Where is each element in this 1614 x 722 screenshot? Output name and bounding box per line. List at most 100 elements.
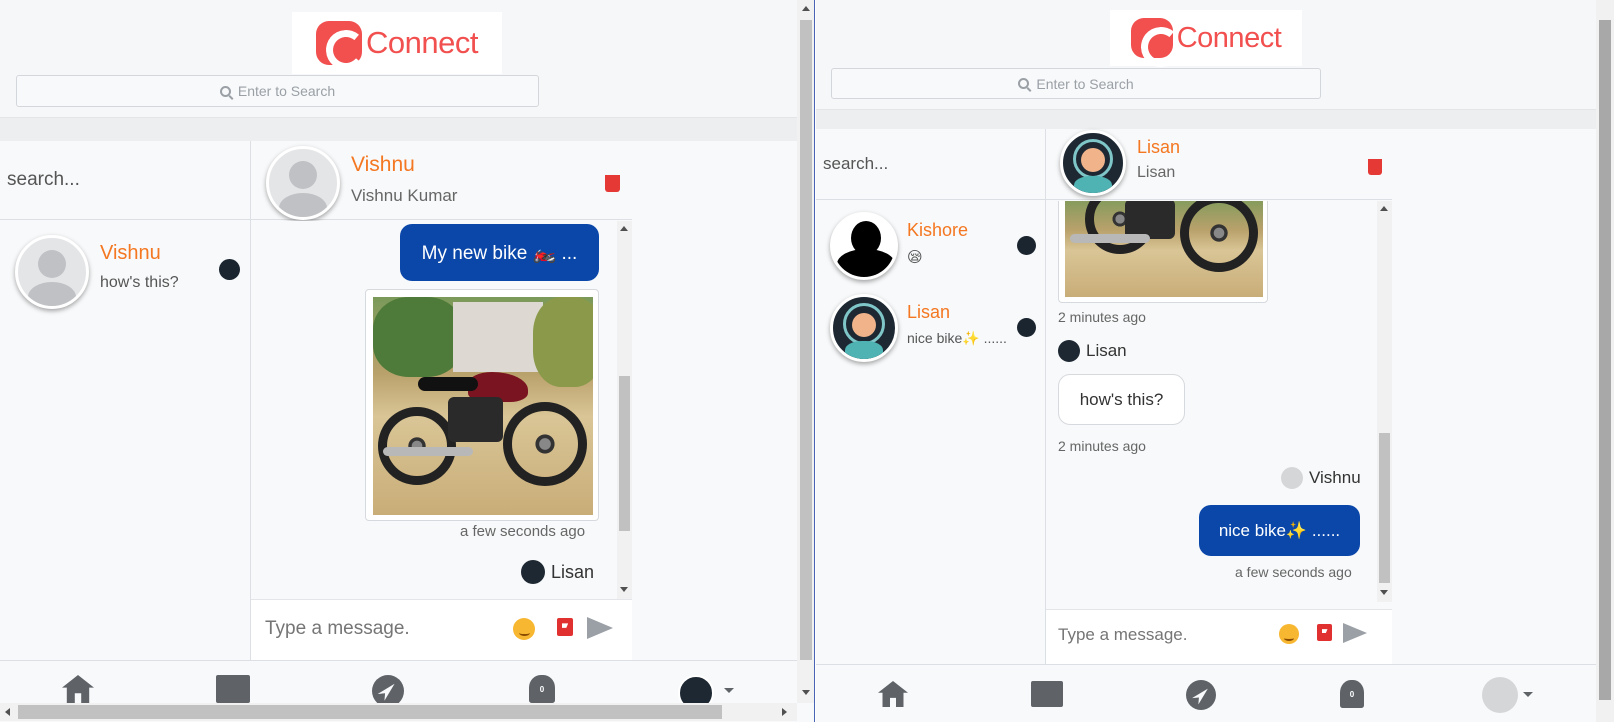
online-status-dot <box>1017 318 1036 337</box>
explore-icon[interactable] <box>372 675 404 703</box>
chat-panel: search... Kishore 😪 Lisan nice bike✨ ...… <box>816 129 1596 664</box>
message-timestamp: a few seconds ago <box>1235 564 1352 580</box>
left-browser-window: Connect Enter to Search search... Vishnu… <box>0 0 815 722</box>
chevron-down-icon[interactable] <box>1523 692 1533 697</box>
chats-icon[interactable] <box>216 675 250 703</box>
online-status-dot <box>1017 236 1036 255</box>
logo-icon <box>1130 18 1173 58</box>
message-timestamp: 2 minutes ago <box>1058 309 1146 325</box>
message-bubble-outgoing: My new bike 🏍️ ... <box>400 224 599 281</box>
notification-count: 0 <box>539 684 545 694</box>
conversation-search-input[interactable]: search... <box>0 141 250 220</box>
message-text: how's this? <box>1079 389 1164 409</box>
message-list: 2 minutes ago Lisan how's this? 2 minute… <box>1046 201 1377 602</box>
message-image[interactable] <box>1058 201 1268 303</box>
emoji-icon[interactable] <box>513 618 535 640</box>
chat-header-name: Vishnu <box>351 153 415 176</box>
notifications-icon[interactable]: 0 <box>529 675 555 703</box>
contact-item-kishore[interactable]: Kishore 😪 <box>816 200 1045 290</box>
notification-count: 0 <box>1349 689 1355 699</box>
emoji-icon[interactable] <box>1279 624 1299 644</box>
explore-icon[interactable] <box>1186 680 1216 710</box>
bottom-navigation: 0 <box>0 660 797 703</box>
chat-window: Lisan Lisan 2 minutes ago Lisan how's th… <box>1046 129 1392 664</box>
logo-text: Connect <box>1176 21 1282 54</box>
gif-sticker-icon[interactable] <box>1317 624 1332 641</box>
message-bubble-outgoing: nice bike✨ ...... <box>1199 505 1360 556</box>
message-timestamp: 2 minutes ago <box>1058 438 1146 454</box>
sender-name: Lisan <box>551 561 595 582</box>
chat-window: Vishnu Vishnu Kumar My new bike 🏍️ ... a… <box>251 141 632 660</box>
bottom-navigation: 0 <box>816 664 1596 722</box>
sender-name: Vishnu <box>1309 468 1361 487</box>
chevron-down-icon[interactable] <box>724 688 734 693</box>
header-spacer <box>0 118 797 141</box>
conversation-search-input[interactable]: search... <box>816 129 1045 200</box>
chat-header-avatar <box>266 146 340 220</box>
send-icon[interactable] <box>1343 623 1367 643</box>
delete-chat-trash-icon[interactable] <box>1368 159 1382 175</box>
header-spacer <box>816 110 1596 129</box>
home-icon[interactable] <box>878 681 908 707</box>
horizontal-scrollbar[interactable] <box>0 703 797 721</box>
message-timestamp: a few seconds ago <box>460 523 586 540</box>
sender-avatar-icon <box>1058 340 1080 362</box>
chat-header-subtitle: Vishnu Kumar <box>351 186 458 205</box>
online-status-dot <box>219 259 240 280</box>
message-text: My new bike 🏍️ ... <box>421 242 578 264</box>
contact-name: Vishnu <box>100 242 161 264</box>
app-header: Connect Enter to Search <box>816 0 1596 110</box>
message-input[interactable] <box>265 612 505 646</box>
avatar <box>830 294 898 362</box>
chat-header-subtitle: Lisan <box>1137 164 1176 181</box>
message-sender: Lisan <box>1058 340 1127 362</box>
message-sender: Vishnu <box>1281 467 1361 489</box>
motorcycle-photo <box>1065 201 1263 297</box>
send-icon[interactable] <box>587 617 613 639</box>
chat-header-name: Lisan <box>1137 137 1181 157</box>
contact-name: Kishore <box>907 220 969 240</box>
conversation-search-placeholder: search... <box>7 169 80 190</box>
logo-text: Connect <box>366 25 478 60</box>
sender-avatar-icon <box>1281 467 1303 489</box>
avatar <box>15 235 89 309</box>
message-scrollbar[interactable] <box>1377 201 1392 602</box>
connect-logo[interactable]: Connect <box>1110 10 1302 66</box>
gif-sticker-icon[interactable] <box>557 618 573 636</box>
message-input[interactable] <box>1058 618 1273 652</box>
chat-header-avatar <box>1060 130 1126 196</box>
contact-item-vishnu[interactable]: Vishnu how's this? <box>0 220 250 320</box>
conversation-list: search... Vishnu how's this? <box>0 141 251 660</box>
global-search-input[interactable]: Enter to Search <box>16 75 539 107</box>
contact-item-lisan[interactable]: Lisan nice bike✨ ...... <box>816 290 1045 380</box>
message-scrollbar[interactable] <box>617 221 632 599</box>
global-search-input[interactable]: Enter to Search <box>831 68 1321 99</box>
message-text: nice bike✨ ...... <box>1218 520 1341 540</box>
contact-name: Lisan <box>907 302 951 322</box>
connect-logo[interactable]: Connect <box>292 12 502 74</box>
window-vertical-scrollbar[interactable] <box>1596 0 1614 722</box>
chats-icon[interactable] <box>1031 681 1063 707</box>
message-image[interactable] <box>365 289 599 521</box>
delete-chat-trash-icon[interactable] <box>605 175 620 192</box>
message-bubble-incoming: how's this? <box>1058 374 1185 425</box>
notifications-icon[interactable]: 0 <box>1340 680 1364 708</box>
right-browser-window: Connect Enter to Search search... Kishor… <box>816 0 1614 722</box>
logo-icon <box>316 21 363 65</box>
contact-last-message: nice bike✨ ...... <box>907 330 1007 346</box>
chat-panel: search... Vishnu how's this? Vishnu Vish <box>0 141 797 660</box>
motorcycle-photo <box>373 297 593 515</box>
sender-avatar-icon <box>521 560 545 584</box>
window-vertical-scrollbar[interactable] <box>797 0 814 703</box>
chat-header: Lisan Lisan <box>1046 129 1392 200</box>
search-placeholder: Enter to Search <box>1036 75 1134 92</box>
profile-avatar[interactable] <box>678 675 714 703</box>
message-list: My new bike 🏍️ ... a few seconds ago Lis… <box>251 221 617 599</box>
profile-avatar[interactable] <box>1482 677 1518 713</box>
message-composer <box>1046 609 1392 664</box>
search-icon <box>219 85 231 97</box>
contact-last-message: 😪 <box>907 249 923 266</box>
home-icon[interactable] <box>62 675 94 703</box>
search-placeholder: Enter to Search <box>237 83 336 99</box>
app-header: Connect Enter to Search <box>0 0 797 118</box>
